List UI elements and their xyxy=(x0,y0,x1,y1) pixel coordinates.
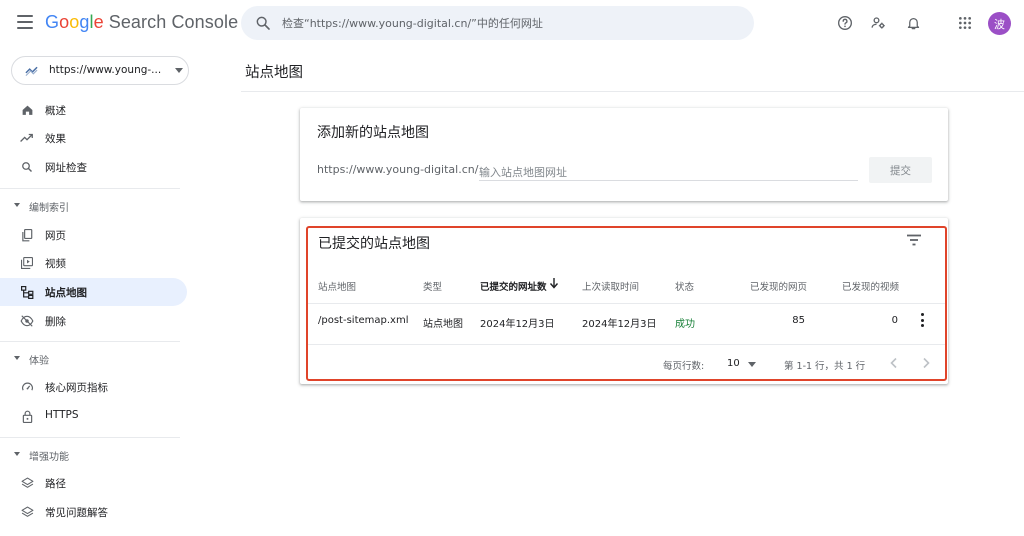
cell-videos: 0 xyxy=(891,315,898,326)
nav-item-url-inspection[interactable]: 网址检查 xyxy=(0,153,187,181)
cell-last-read: 2024年12月3日 xyxy=(582,319,657,330)
section-enhancements[interactable]: 增强功能 xyxy=(0,445,180,465)
trending-up-icon xyxy=(20,131,34,145)
nav-item-performance[interactable]: 效果 xyxy=(0,124,187,152)
url-inspect-search[interactable] xyxy=(241,6,754,40)
layers-icon xyxy=(20,505,34,519)
caret-down-icon xyxy=(14,452,20,456)
lock-icon xyxy=(20,409,34,423)
caret-down-icon xyxy=(14,203,20,207)
nav-item-videos[interactable]: 视频 xyxy=(0,249,187,277)
sitemap-url-prefix: https://www.young-digital.cn/ xyxy=(317,163,479,176)
gauge-icon xyxy=(20,380,34,394)
column-header-last-read[interactable]: 上次读取时间 xyxy=(582,279,639,293)
column-header-sitemap[interactable]: 站点地图 xyxy=(318,279,356,293)
apps-grid-icon[interactable] xyxy=(955,13,975,33)
notifications-icon[interactable] xyxy=(903,13,923,33)
submitted-sitemaps-title: 已提交的站点地图 xyxy=(318,236,430,252)
rows-per-page-label: 每页行数: xyxy=(663,361,705,372)
more-vert-icon[interactable] xyxy=(919,313,925,327)
chevron-down-icon xyxy=(175,68,183,73)
table-header-divider xyxy=(308,303,946,304)
nav-item-overview[interactable]: 概述 xyxy=(0,96,187,124)
cell-sitemap: /post-sitemap.xml xyxy=(318,315,409,326)
product-name: Search Console xyxy=(108,12,239,32)
add-sitemap-card: 添加新的站点地图 https://www.young-digital.cn/ 提… xyxy=(300,108,948,201)
column-header-submitted[interactable]: 已提交的网址数 xyxy=(480,279,547,293)
submit-button[interactable]: 提交 xyxy=(869,157,932,183)
column-header-discovered-videos[interactable]: 已发现的视频 xyxy=(842,279,899,293)
sidebar: https://www.young-... 概述 效果 网址检查 编制索引 网页… xyxy=(0,46,196,536)
sort-arrow-down-icon[interactable] xyxy=(549,277,559,289)
nav-item-core-web-vitals[interactable]: 核心网页指标 xyxy=(0,373,187,401)
search-icon xyxy=(256,16,270,30)
cell-pages: 85 xyxy=(792,315,805,326)
video-icon xyxy=(20,256,34,270)
filter-icon[interactable] xyxy=(906,234,922,246)
sitemap-icon xyxy=(20,285,34,299)
sidebar-divider xyxy=(0,188,180,189)
header-divider xyxy=(241,91,1024,92)
top-app-bar: GoogleSearch Console 波 xyxy=(0,0,1024,46)
cell-type: 站点地图 xyxy=(423,319,463,330)
nav-item-https[interactable]: HTTPS xyxy=(0,402,187,430)
layers-icon xyxy=(20,476,34,490)
pages-icon xyxy=(20,228,34,242)
home-icon xyxy=(20,103,34,117)
product-logo[interactable]: Google Search Console xyxy=(45,12,238,33)
chevron-right-icon[interactable] xyxy=(921,357,931,369)
nav-item-pages[interactable]: 网页 xyxy=(0,221,187,249)
site-favicon-icon xyxy=(25,66,38,77)
section-experience[interactable]: 体验 xyxy=(0,349,180,369)
nav-item-removals[interactable]: 删除 xyxy=(0,307,187,335)
account-avatar[interactable]: 波 xyxy=(988,12,1011,35)
nav-item-breadcrumbs[interactable]: 路径 xyxy=(0,469,187,497)
column-header-type[interactable]: 类型 xyxy=(423,279,442,293)
main-menu-icon[interactable] xyxy=(17,15,33,29)
cell-status: 成功 xyxy=(675,319,695,330)
pagination-range: 第 1-1 行，共 1 行 xyxy=(784,361,866,372)
caret-down-icon xyxy=(14,356,20,360)
section-indexing[interactable]: 编制索引 xyxy=(0,196,180,216)
property-selector[interactable]: https://www.young-... xyxy=(11,56,189,85)
nav-item-sitemaps[interactable]: 站点地图 xyxy=(0,278,187,306)
page-title: 站点地图 xyxy=(245,65,303,81)
add-sitemap-title: 添加新的站点地图 xyxy=(317,125,429,141)
sidebar-divider xyxy=(0,437,180,438)
sidebar-divider xyxy=(0,341,180,342)
column-header-discovered-pages[interactable]: 已发现的网页 xyxy=(750,279,807,293)
chevron-down-icon[interactable] xyxy=(748,362,756,367)
rows-per-page-select[interactable]: 10 xyxy=(727,358,740,369)
search-icon xyxy=(20,160,34,174)
cell-submitted: 2024年12月3日 xyxy=(480,319,555,330)
table-row-divider xyxy=(308,344,946,345)
chevron-left-icon[interactable] xyxy=(889,357,899,369)
removals-icon xyxy=(20,314,34,328)
column-header-status[interactable]: 状态 xyxy=(675,279,694,293)
help-icon[interactable] xyxy=(835,13,855,33)
nav-item-faq[interactable]: 常见问题解答 xyxy=(0,498,187,526)
search-input[interactable] xyxy=(282,6,742,40)
property-label: https://www.young-... xyxy=(49,64,162,76)
sitemap-url-input[interactable] xyxy=(479,164,858,181)
manage-users-icon[interactable] xyxy=(868,13,888,33)
